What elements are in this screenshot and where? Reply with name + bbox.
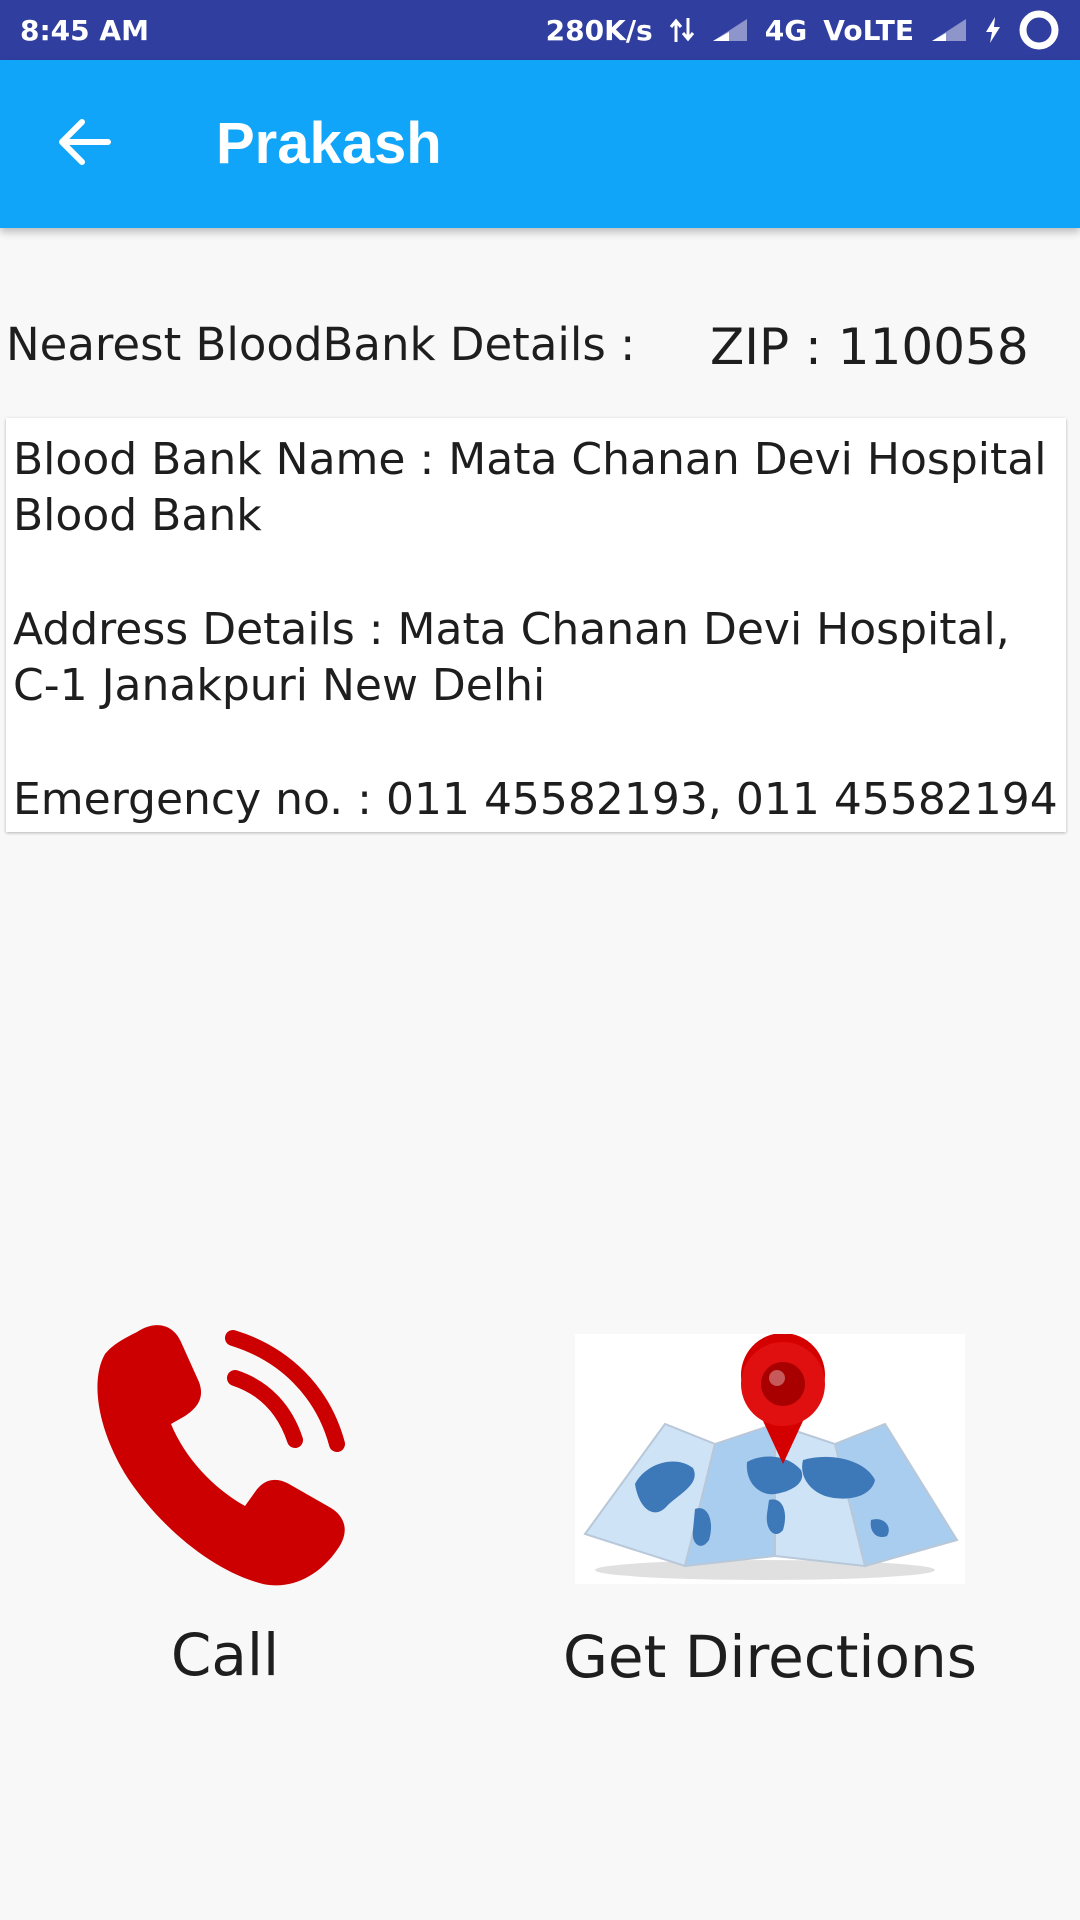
status-time: 8:45 AM [20,13,149,47]
zip-label: ZIP : 110058 [710,318,1029,376]
phone-icon [85,1320,365,1599]
net-speed: 280K/s [545,13,653,47]
battery-ring-icon [1018,9,1060,51]
call-label: Call [170,1621,280,1689]
map-pin-icon [575,1333,965,1589]
emergency-number: Emergency no. : 011 45582193, 011 455821… [13,774,1058,825]
network-type: 4G [764,13,808,47]
get-directions-button[interactable]: Get Directions [560,1333,980,1691]
signal-icon-2 [930,17,968,43]
signal-icon [711,17,749,43]
blood-bank-name: Blood Bank Name : Mata Chanan Devi Hospi… [13,434,1047,541]
data-transfer-icon [669,16,695,44]
call-button[interactable]: Call [60,1320,390,1689]
arrow-back-icon [56,118,112,171]
volte-label: VoLTE [823,13,914,47]
back-button[interactable] [48,114,120,174]
app-bar: Prakash [0,60,1080,228]
page-title: Prakash [216,111,442,176]
address-details: Address Details : Mata Chanan Devi Hospi… [13,604,1010,711]
status-bar: 8:45 AM 280K/s 4G VoLTE [0,0,1080,60]
directions-label: Get Directions [562,1623,978,1691]
section-label: Nearest BloodBank Details : [6,318,636,371]
details-card: Blood Bank Name : Mata Chanan Devi Hospi… [6,418,1066,832]
charging-icon [984,16,1002,44]
status-icons: 280K/s 4G VoLTE [546,9,1060,51]
